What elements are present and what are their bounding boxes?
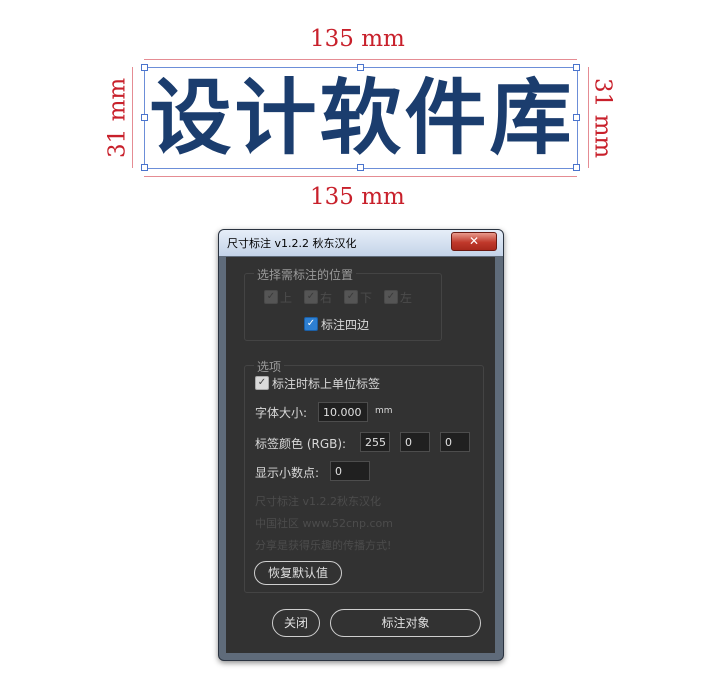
selection-handle-mr[interactable] xyxy=(573,114,580,121)
four-sides-label: 标注四边 xyxy=(321,318,370,332)
side-right-label: 右 xyxy=(320,291,333,305)
font-size-label: 字体大小: xyxy=(255,406,308,420)
font-size-unit: mm xyxy=(375,406,393,416)
four-sides-checkbox[interactable]: ✓ xyxy=(304,317,318,331)
side-right-checkbox[interactable]: ✓ xyxy=(304,290,318,304)
reset-defaults-button[interactable]: 恢复默认值 xyxy=(254,561,342,585)
selection-handle-tc[interactable] xyxy=(357,64,364,71)
close-button-label: 关闭 xyxy=(283,616,308,630)
selection-handle-bl[interactable] xyxy=(141,164,148,171)
color-g-input[interactable]: 0 xyxy=(400,432,430,452)
info-line-version: 尺寸标注 v1.2.2秋东汉化 xyxy=(255,495,381,508)
selection-handle-tl[interactable] xyxy=(141,64,148,71)
unit-label-checkbox[interactable]: ✓ xyxy=(255,376,269,390)
dimension-line-bottom xyxy=(144,176,577,177)
height-label-left: 31 mm xyxy=(104,77,131,158)
selection-handle-tr[interactable] xyxy=(573,64,580,71)
side-left-label: 左 xyxy=(400,291,413,305)
width-label-bottom: 135 mm xyxy=(310,184,405,210)
decimals-input[interactable]: 0 xyxy=(330,461,370,481)
selection-handle-br[interactable] xyxy=(573,164,580,171)
apply-dimension-label: 标注对象 xyxy=(381,616,430,630)
selection-handle-bc[interactable] xyxy=(357,164,364,171)
decimals-label: 显示小数点: xyxy=(255,466,320,480)
selection-bounding-box[interactable] xyxy=(144,67,578,169)
selection-handle-ml[interactable] xyxy=(141,114,148,121)
close-icon: ✕ xyxy=(468,234,480,248)
reset-defaults-label: 恢复默认值 xyxy=(267,566,328,580)
artwork-canvas: 135 mm 135 mm 31 mm 31 mm 设计软件库 xyxy=(0,0,720,215)
position-group-label: 选择需标注的位置 xyxy=(254,266,357,283)
window-close-button[interactable]: ✕ xyxy=(451,232,497,251)
dimension-line-left xyxy=(132,67,133,168)
apply-dimension-button[interactable]: 标注对象 xyxy=(330,609,481,637)
side-bottom-label: 下 xyxy=(360,291,373,305)
side-bottom-checkbox[interactable]: ✓ xyxy=(344,290,358,304)
close-button[interactable]: 关闭 xyxy=(272,609,320,637)
info-line-slogan: 分享是获得乐趣的传播方式! xyxy=(255,539,392,552)
font-size-input[interactable]: 10.000 xyxy=(318,402,368,422)
options-group-label: 选项 xyxy=(254,358,285,375)
dimension-line-top xyxy=(144,59,577,60)
color-r-input[interactable]: 255 xyxy=(360,432,390,452)
dimension-dialog: 尺寸标注 v1.2.2 秋东汉化 ✕ 选择需标注的位置 ✓ 上 ✓ 右 ✓ 下 … xyxy=(218,229,504,661)
unit-label-checkbox-label: 标注时标上单位标签 xyxy=(272,377,381,391)
info-line-community: 中国社区 www.52cnp.com xyxy=(255,517,393,530)
height-label-right: 31 mm xyxy=(589,78,616,159)
dialog-body: 选择需标注的位置 ✓ 上 ✓ 右 ✓ 下 ✓ 左 ✓ 标注四边 选项 ✓ 标注时… xyxy=(226,257,495,653)
side-top-checkbox[interactable]: ✓ xyxy=(264,290,278,304)
dialog-titlebar[interactable]: 尺寸标注 v1.2.2 秋东汉化 ✕ xyxy=(219,230,503,256)
side-top-label: 上 xyxy=(280,291,293,305)
dialog-title: 尺寸标注 v1.2.2 秋东汉化 xyxy=(227,237,357,250)
side-left-checkbox[interactable]: ✓ xyxy=(384,290,398,304)
color-b-input[interactable]: 0 xyxy=(440,432,470,452)
color-label: 标签颜色 (RGB): xyxy=(255,437,347,451)
width-label-top: 135 mm xyxy=(310,26,405,52)
